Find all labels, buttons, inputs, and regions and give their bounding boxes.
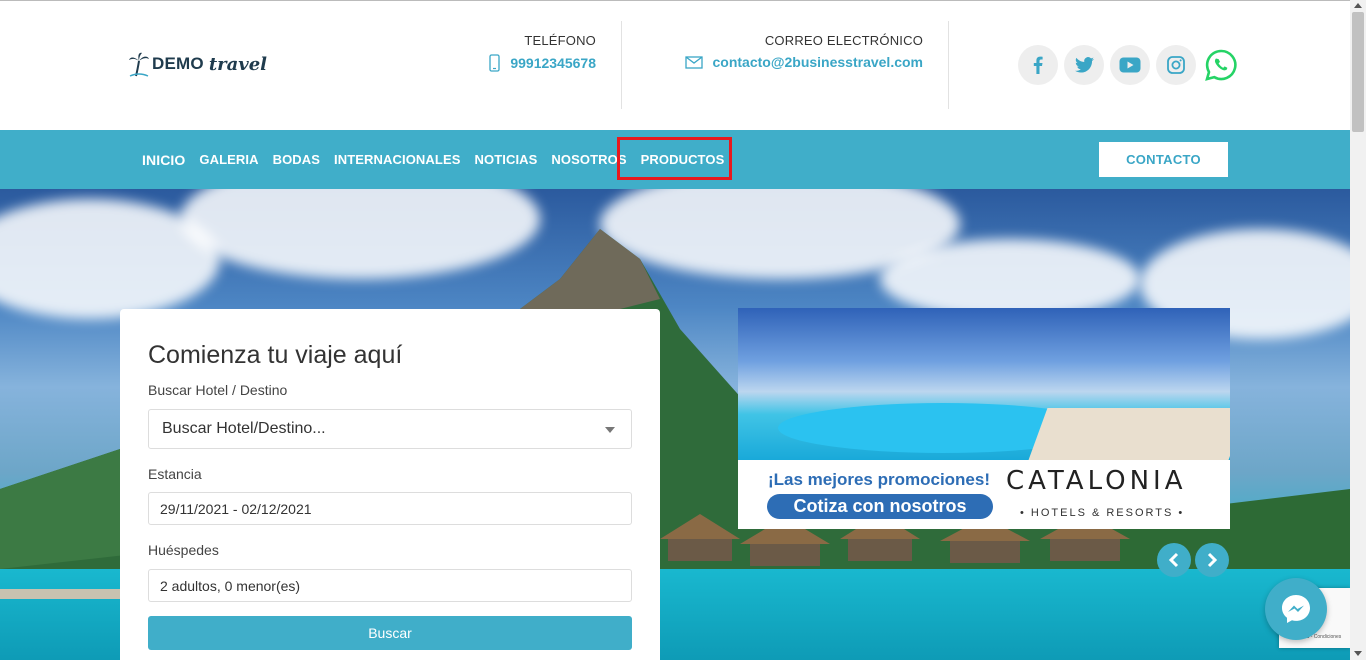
phone-label: TELÉFONO (524, 33, 596, 48)
messenger-icon (1282, 595, 1310, 623)
nav-item-nosotros[interactable]: NOSOTROS (551, 152, 626, 167)
instagram-button[interactable] (1156, 45, 1196, 85)
logo-text-travel: travel (208, 53, 268, 75)
chevron-down-icon (605, 427, 615, 433)
twitter-button[interactable] (1064, 45, 1104, 85)
phone-contact: TELÉFONO 99912345678 (470, 33, 596, 72)
destination-label: Buscar Hotel / Destino (148, 382, 288, 398)
guests-value: 2 adultos, 0 menor(es) (160, 577, 301, 594)
search-button[interactable]: Buscar (148, 616, 632, 650)
social-links (1018, 45, 1238, 85)
stay-label: Estancia (148, 466, 202, 482)
header-divider (621, 21, 622, 109)
guests-label: Huéspedes (148, 542, 219, 558)
facebook-icon (1033, 56, 1043, 74)
nav-item-bodas[interactable]: BODAS (273, 152, 320, 167)
email-link[interactable]: contacto@2businesstravel.com (660, 54, 923, 70)
logo-text-demo: DEMO (152, 54, 204, 73)
promo-headline: ¡Las mejores promociones! (768, 470, 991, 489)
destination-select[interactable]: Buscar Hotel/Destino... (148, 409, 632, 449)
email-label: CORREO ELECTRÓNICO (764, 33, 923, 48)
nav-item-noticias[interactable]: NOTICIAS (475, 152, 538, 167)
whatsapp-button[interactable] (1204, 48, 1238, 82)
resort-photo (738, 308, 1230, 460)
chevron-right-icon (1207, 552, 1218, 568)
search-form-title: Comienza tu viaje aquí (148, 341, 403, 369)
youtube-icon (1119, 57, 1141, 73)
destination-select-value: Buscar Hotel/Destino... (162, 420, 326, 437)
guests-input[interactable]: 2 adultos, 0 menor(es) (148, 569, 632, 602)
youtube-button[interactable] (1110, 45, 1150, 85)
scrollbar-thumb[interactable] (1352, 12, 1364, 132)
site-header: DEMO travel TELÉFONO 99912345678 CORREO … (0, 0, 1350, 130)
stay-value: 29/11/2021 - 02/12/2021 (160, 500, 312, 517)
chevron-left-icon (1168, 552, 1179, 568)
productos-highlight-box (617, 137, 732, 180)
nav-item-galeria[interactable]: GALERIA (199, 152, 258, 167)
twitter-icon (1074, 57, 1094, 73)
scroll-up-arrow[interactable] (1354, 3, 1362, 8)
palm-tree-icon (129, 52, 149, 77)
contact-button[interactable]: CONTACTO (1099, 142, 1228, 177)
promo-cta[interactable]: Cotiza con nosotros (767, 494, 993, 519)
whatsapp-icon (1205, 49, 1237, 81)
promo-brand-sub: • HOTELS & RESORTS • (1020, 507, 1185, 519)
deck-illustration (1028, 408, 1230, 460)
slider-prev-button[interactable] (1157, 543, 1191, 577)
stay-date-range-input[interactable]: 29/11/2021 - 02/12/2021 (148, 492, 632, 525)
phone-link[interactable]: 99912345678 (470, 54, 596, 72)
email-value: contacto@2businesstravel.com (712, 54, 924, 70)
header-divider (948, 21, 949, 109)
facebook-button[interactable] (1018, 45, 1058, 85)
email-contact: CORREO ELECTRÓNICO contacto@2businesstra… (660, 33, 923, 70)
scroll-down-arrow[interactable] (1354, 651, 1362, 656)
nav-item-inicio[interactable]: INICIO (142, 152, 185, 168)
slider-next-button[interactable] (1195, 543, 1229, 577)
messenger-chat-button[interactable] (1265, 578, 1327, 640)
mobile-phone-icon (489, 54, 500, 72)
instagram-icon (1167, 56, 1185, 74)
promo-brand-name: CATALONIA (1006, 466, 1187, 496)
phone-value: 99912345678 (510, 55, 596, 71)
envelope-icon (684, 55, 703, 69)
nav-item-internacionales[interactable]: INTERNACIONALES (334, 152, 460, 167)
site-logo[interactable]: DEMO travel (128, 51, 267, 77)
